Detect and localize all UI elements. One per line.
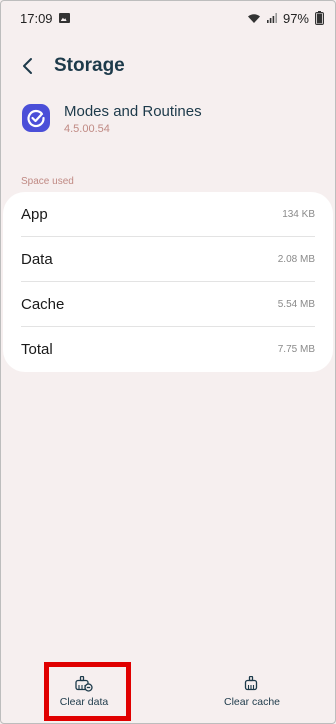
- gallery-icon: [58, 13, 70, 23]
- row-label: Total: [21, 341, 53, 358]
- battery-icon: [315, 11, 324, 25]
- storage-row-total: Total 7.75 MB: [21, 327, 315, 372]
- check-circle-icon: [27, 109, 45, 128]
- wifi-icon: [247, 13, 261, 24]
- highlight-annotation: [44, 662, 131, 721]
- header: Storage: [14, 50, 322, 82]
- row-label: Data: [21, 250, 53, 268]
- storage-row-app: App 134 KB: [21, 192, 315, 237]
- app-version: 4.5.00.54: [64, 123, 110, 135]
- status-right: 97%: [247, 11, 324, 26]
- app-info: Modes and Routines 4.5.00.54: [22, 102, 316, 135]
- row-value: 2.08 MB: [277, 253, 315, 265]
- battery-percent: 97%: [282, 10, 309, 26]
- storage-row-data: Data 2.08 MB: [21, 237, 315, 282]
- section-label: Space used: [21, 176, 74, 187]
- clock: 17:09: [20, 10, 53, 26]
- row-value: 134 KB: [282, 208, 315, 220]
- back-button[interactable]: [14, 53, 40, 79]
- chevron-left-icon: [23, 58, 32, 74]
- status-bar: 17:09 97%: [0, 0, 336, 36]
- clear-cache-button[interactable]: Clear cache: [177, 676, 327, 708]
- row-label: Cache: [21, 295, 65, 313]
- row-value: 7.75 MB: [277, 344, 315, 355]
- signal-icon: [266, 13, 277, 23]
- row-label: App: [21, 205, 48, 223]
- page-title: Storage: [54, 55, 125, 76]
- app-text: Modes and Routines 4.5.00.54: [64, 102, 202, 135]
- storage-row-cache: Cache 5.54 MB: [21, 282, 315, 327]
- status-left: 17:09: [20, 11, 70, 26]
- clear-cache-label: Clear cache: [223, 696, 281, 708]
- broom-icon: [244, 676, 258, 691]
- row-value: 5.54 MB: [277, 298, 315, 310]
- app-icon: [22, 104, 50, 132]
- app-name: Modes and Routines: [64, 103, 202, 120]
- storage-card: App 134 KB Data 2.08 MB Cache 5.54 MB To…: [3, 192, 333, 372]
